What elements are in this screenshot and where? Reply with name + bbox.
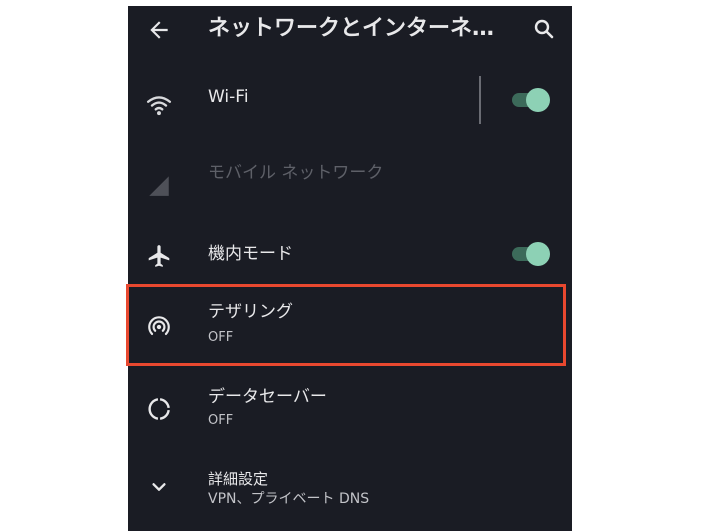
app-bar: ネットワークとインターネ… [128,6,572,54]
setting-title-data-saver: データセーバー [208,387,327,407]
setting-item-tethering[interactable]: テザリング OFF [128,287,572,363]
chevron-down-icon [152,483,166,491]
hotspot-icon [148,316,170,336]
wifi-icon [146,96,172,116]
cellular-signal-icon [149,176,169,196]
settings-screen: ネットワークとインターネ… Wi-Fi モバイル ネットワーク 機内モード テザ… [128,6,572,531]
setting-item-airplane-mode[interactable]: 機内モード [128,224,572,284]
setting-title-mobile-network: モバイル ネットワーク [208,163,384,183]
setting-item-advanced[interactable]: 詳細設定 VPN、プライベート DNS [128,454,572,526]
setting-title-wifi: Wi-Fi [208,87,249,107]
setting-title-tethering: テザリング [208,302,293,322]
setting-item-mobile-network[interactable]: モバイル ネットワーク [128,144,572,212]
search-icon[interactable] [532,17,556,41]
data-saver-icon [148,398,170,420]
airplane-icon [148,245,170,267]
divider [479,76,481,124]
back-arrow-icon[interactable] [146,17,172,43]
setting-subtitle-data-saver: OFF [208,413,234,428]
page-title: ネットワークとインターネ… [208,16,495,41]
setting-subtitle-advanced: VPN、プライベート DNS [208,491,370,507]
setting-title-airplane-mode: 機内モード [208,244,293,264]
setting-item-wifi[interactable]: Wi-Fi [128,70,572,138]
setting-item-data-saver[interactable]: データセーバー OFF [128,372,572,444]
setting-title-advanced: 詳細設定 [208,470,269,488]
airplane-mode-toggle[interactable] [510,242,550,266]
setting-subtitle-tethering: OFF [208,330,234,345]
wifi-toggle[interactable] [510,88,550,112]
